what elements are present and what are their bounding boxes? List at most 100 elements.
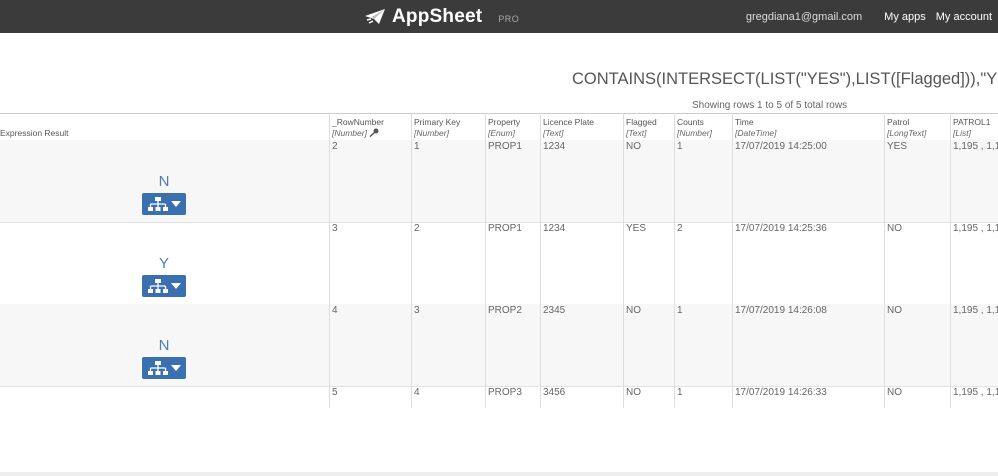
table-header: Expression Result _RowNumber [Number] Pr… (0, 113, 998, 142)
col-type: [Text] (543, 128, 564, 138)
top-navbar: AppSheet PRO gregdiana1@gmail.com My app… (0, 0, 998, 33)
col-header-patrol1[interactable]: PATROL1 [List] (951, 114, 998, 141)
col-type: [DateTime] (735, 128, 777, 138)
column-divider (329, 113, 330, 408)
cell-patrol1: 1,195 , 1,1 (953, 141, 998, 152)
col-header-patrol[interactable]: Patrol [LongText] (885, 114, 951, 141)
cell-primary-key: 1 (414, 141, 420, 152)
col-type: [Number] (414, 128, 449, 138)
cell-flagged: NO (626, 141, 641, 152)
col-name: Counts (677, 117, 704, 127)
column-divider (950, 113, 951, 408)
expression-result: N (142, 337, 186, 379)
col-name: Time (735, 117, 754, 127)
cell-rownumber: 4 (332, 305, 338, 316)
brand[interactable]: AppSheet PRO (364, 6, 519, 28)
column-divider (540, 113, 541, 408)
caret-down-icon (171, 201, 181, 207)
col-name: _RowNumber (332, 117, 384, 127)
col-header-rownumber[interactable]: _RowNumber [Number] (330, 114, 412, 141)
my-account-link[interactable]: My account (936, 11, 992, 23)
cell-patrol1: 1,195 , 1,1 (953, 223, 998, 234)
nav-right: gregdiana1@gmail.com My apps My account (746, 0, 992, 33)
col-type: [LongText] (887, 128, 927, 138)
sitemap-icon (148, 361, 168, 375)
hierarchy-dropdown-button[interactable] (142, 193, 186, 215)
hierarchy-dropdown-button[interactable] (142, 275, 186, 297)
cell-patrol1: 1,195 , 1,1 (953, 305, 998, 316)
col-type: [Text] (626, 128, 647, 138)
result-value: N (158, 337, 170, 354)
cell-patrol: YES (887, 141, 908, 152)
col-name: Flagged (626, 117, 657, 127)
column-divider (884, 113, 885, 408)
col-header-licence-plate[interactable]: Licence Plate [Text] (541, 114, 624, 141)
cell-licence-plate: 2345 (543, 305, 566, 316)
sitemap-icon (148, 279, 168, 293)
column-divider (732, 113, 733, 408)
col-header-primary-key[interactable]: Primary Key [Number] (412, 114, 486, 141)
caret-down-icon (171, 283, 181, 289)
cell-flagged: YES (626, 223, 647, 234)
cell-patrol1: 1,195 , 1,1 (953, 387, 998, 398)
col-header-property[interactable]: Property [Enum] (486, 114, 541, 141)
user-email: gregdiana1@gmail.com (745, 10, 863, 23)
brand-name: AppSheet (392, 6, 483, 27)
col-name: Property (488, 117, 521, 127)
table-row[interactable]: Y 3 2 PROP1 1234 YES 2 17/07/2019 14:25:… (0, 222, 998, 305)
brand-tier: PRO (498, 14, 520, 24)
col-name: Patrol (887, 117, 910, 127)
col-type: [Number] (677, 128, 712, 138)
cell-flagged: NO (626, 305, 641, 316)
column-divider (674, 113, 675, 408)
expression-result-header: Expression Result (0, 128, 69, 138)
cell-licence-plate: 3456 (543, 387, 566, 398)
cell-patrol: NO (887, 387, 902, 398)
cell-patrol: NO (887, 305, 902, 316)
result-value: N (158, 173, 170, 190)
cell-property: PROP1 (488, 223, 522, 234)
col-header-counts[interactable]: Counts [Number] (675, 114, 733, 141)
table-row[interactable]: 5 4 PROP3 3456 NO 1 17/07/2019 14:26:33 … (0, 386, 998, 408)
table-row[interactable]: N 4 3 PROP2 2345 NO 1 17/07/2019 14:26:0… (0, 304, 998, 387)
col-type: [Enum] (488, 128, 515, 138)
caret-down-icon (171, 365, 181, 371)
cell-licence-plate: 1234 (543, 223, 566, 234)
cell-time: 17/07/2019 14:26:33 (735, 387, 827, 398)
col-header-time[interactable]: Time [DateTime] (733, 114, 885, 141)
footer-strip (0, 472, 998, 476)
paper-plane-icon (365, 9, 385, 24)
result-value: Y (158, 255, 169, 272)
expression-result: N (142, 173, 186, 215)
column-divider (623, 113, 624, 408)
cell-primary-key: 4 (414, 387, 420, 398)
table-row[interactable]: N 2 1 PROP1 1234 NO 1 17/07/2019 14:25:0… (0, 140, 998, 223)
col-type: [Number] (332, 128, 367, 138)
col-name: Primary Key (414, 117, 461, 127)
my-apps-link[interactable]: My apps (884, 11, 926, 23)
expression-title: CONTAINS(INTERSECT(LIST("YES"),LIST([Fla… (572, 70, 998, 88)
cell-rownumber: 3 (332, 223, 338, 234)
col-header-flagged[interactable]: Flagged [Text] (624, 114, 675, 141)
col-name: Licence Plate (543, 117, 595, 127)
cell-counts: 1 (677, 141, 683, 152)
cell-rownumber: 5 (332, 387, 338, 398)
col-name: PATROL1 (953, 117, 991, 127)
cell-counts: 1 (677, 305, 683, 316)
cell-property: PROP3 (488, 387, 522, 398)
cell-rownumber: 2 (332, 141, 338, 152)
column-divider (411, 113, 412, 408)
cell-primary-key: 2 (414, 223, 420, 234)
column-divider (485, 113, 486, 408)
cell-time: 17/07/2019 14:26:08 (735, 305, 827, 316)
cell-counts: 1 (677, 387, 683, 398)
cell-property: PROP2 (488, 305, 522, 316)
rows-info: Showing rows 1 to 5 of 5 total rows (692, 100, 848, 111)
key-icon (369, 128, 379, 138)
cell-counts: 2 (677, 223, 683, 234)
cell-property: PROP1 (488, 141, 522, 152)
hierarchy-dropdown-button[interactable] (142, 357, 186, 379)
col-type: [List] (953, 128, 971, 138)
sitemap-icon (148, 197, 168, 211)
cell-primary-key: 3 (414, 305, 420, 316)
